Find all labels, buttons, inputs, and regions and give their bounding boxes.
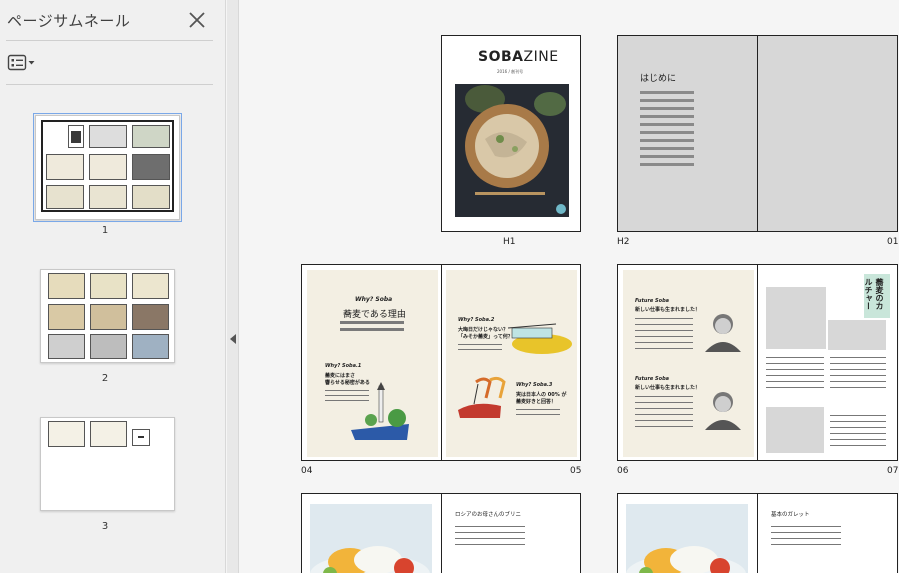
portrait-photo <box>705 392 741 430</box>
why3-text: 実は日本人の 00% が <box>516 392 567 398</box>
future2-title: Future Soba <box>635 376 670 382</box>
page-label: 01 <box>887 237 899 247</box>
close-icon <box>189 12 205 28</box>
cover-photo <box>455 84 569 217</box>
portrait-photo <box>705 314 741 352</box>
page-thumbnails-panel: ページサムネール 1 2 3 <box>0 0 226 573</box>
recipe-heading: ロシアのお母さんのブリニ <box>455 512 522 518</box>
spread-gutter <box>757 36 758 231</box>
cover-brand-bold: SOBA <box>478 49 524 65</box>
page-label: H1 <box>503 237 516 247</box>
spread-10-11[interactable]: 基本のガレット <box>617 493 898 573</box>
why3-title: Why? Soba.3 <box>516 382 553 388</box>
illustration-building <box>507 323 572 354</box>
page-label: 07 <box>887 466 899 476</box>
spread-06-07[interactable]: Future Soba 新しい仕事も生まれました！ Future Soba 新し… <box>617 264 898 461</box>
why2-title: Why? Soba.2 <box>458 317 495 323</box>
page-04: Why? Soba 蕎麦である理由 Why? Soba.1 蕎麦にはまさ 響らせ… <box>307 270 438 457</box>
vertical-title: 蕎麦のカルチャー <box>864 274 890 318</box>
spread-h2-01[interactable]: はじめに <box>617 35 898 232</box>
food-photo <box>626 504 748 573</box>
cover-brand-light: ZINE <box>523 49 559 65</box>
spread-gutter <box>757 494 758 573</box>
recipe-heading: 基本のガレット <box>771 512 810 518</box>
cover-brand: SOBAZINE <box>478 49 559 65</box>
thumbnail-options-button[interactable] <box>7 54 39 72</box>
thumbnail-label: 2 <box>101 373 109 384</box>
thumbnail-label: 3 <box>101 521 109 532</box>
page-label: 06 <box>617 466 629 476</box>
thumbnail-page-1[interactable] <box>33 113 182 222</box>
why1-text: 蕎麦にはまさ <box>325 373 356 379</box>
why2-text: 大晦日だけじゃない？ <box>458 327 509 333</box>
thumbnail-label: 1 <box>101 225 109 236</box>
main-heading: 蕎麦である理由 <box>343 310 406 320</box>
spread-gutter <box>757 265 758 460</box>
page-label: H2 <box>617 237 630 247</box>
page-05: Why? Soba.2 大晦日だけじゃない？ 「みそか蕎麦」って何？ Why? … <box>446 270 577 457</box>
why-title: Why? Soba <box>355 296 393 303</box>
thumbnail-page-2[interactable] <box>40 269 175 363</box>
spread-gutter <box>441 265 442 460</box>
page-label: 04 <box>301 466 313 476</box>
page-06: Future Soba 新しい仕事も生まれました！ Future Soba 新し… <box>623 270 754 457</box>
why3-text: 蕎麦好きと回答！ <box>516 399 557 405</box>
thumbnail-preview <box>41 120 174 212</box>
future1-title: Future Soba <box>635 298 670 304</box>
thumbnail-page-3[interactable] <box>40 417 175 511</box>
cover-subtitle: 2016 / 創刊号 <box>497 69 524 74</box>
food-photo <box>310 504 432 573</box>
cover-logo-mark <box>559 214 573 222</box>
spread-gutter <box>441 494 442 573</box>
illustration-chairs <box>458 376 506 418</box>
spread-04-05[interactable]: Why? Soba 蕎麦である理由 Why? Soba.1 蕎麦にはまさ 響らせ… <box>301 264 581 461</box>
panel-title: ページサムネール <box>7 12 131 30</box>
why1-title: Why? Soba.1 <box>325 363 362 369</box>
divider <box>6 84 213 85</box>
spread-08-09[interactable]: ロシアのお母さんのブリニ <box>301 493 581 573</box>
panel-header: ページサムネール <box>0 0 225 40</box>
list-options-icon <box>7 54 35 71</box>
document-view[interactable]: SOBAZINE 2016 / 創刊号 H1 はじめに H2 01 Why? S… <box>240 0 899 573</box>
page-label: 05 <box>570 466 582 476</box>
collapse-panel-icon[interactable] <box>230 334 236 344</box>
panel-splitter[interactable] <box>227 0 239 573</box>
intro-heading: はじめに <box>640 74 677 84</box>
divider <box>6 40 213 41</box>
page-cover[interactable]: SOBAZINE 2016 / 創刊号 <box>441 35 581 232</box>
close-panel-button[interactable] <box>186 9 208 31</box>
future1-text: 新しい仕事も生まれました！ <box>635 307 701 313</box>
illustration-tower <box>351 382 409 440</box>
future2-text: 新しい仕事も生まれました！ <box>635 385 701 391</box>
